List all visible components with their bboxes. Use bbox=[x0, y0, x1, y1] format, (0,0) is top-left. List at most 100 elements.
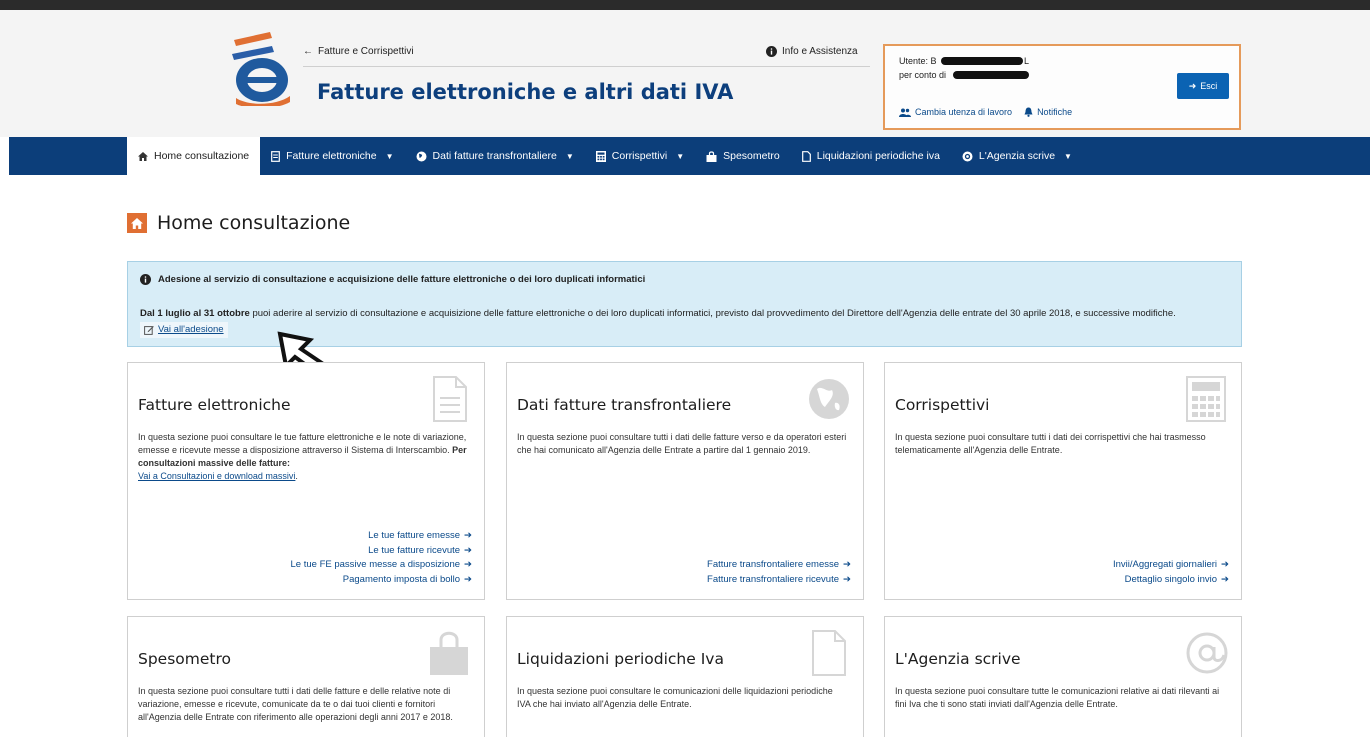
home-badge-icon bbox=[127, 213, 147, 233]
esci-label: Esci bbox=[1200, 81, 1218, 91]
arrow-right-icon: ➔ bbox=[464, 530, 472, 541]
app-title: Fatture elettroniche e altri dati IVA bbox=[317, 80, 734, 104]
agenzia-entrate-logo bbox=[232, 32, 290, 106]
nav-fatture-elettroniche[interactable]: Fatture elettroniche ▼ bbox=[260, 137, 404, 175]
utente-line: Utente: B bbox=[899, 56, 937, 66]
arrow-right-icon: ➔ bbox=[464, 559, 472, 570]
card-title: Spesometro bbox=[138, 650, 231, 668]
utente-label: Utente: B bbox=[899, 56, 937, 66]
link-dettaglio-invio[interactable]: Dettaglio singolo invio ➔ bbox=[1113, 573, 1229, 588]
nav-spesometro[interactable]: Spesometro bbox=[695, 137, 791, 175]
main-navbar: Home consultazione Fatture elettroniche … bbox=[9, 137, 1370, 175]
page-title: Home consultazione bbox=[157, 212, 351, 234]
card-fatture-elettroniche: Fatture elettroniche In questa sezione p… bbox=[127, 362, 485, 600]
alert-heading-text: Adesione al servizio di consultazione e … bbox=[158, 274, 646, 285]
alert-dates: Dal 1 luglio al 31 ottobre bbox=[140, 308, 250, 319]
caret-down-icon: ▼ bbox=[385, 151, 394, 161]
nav-liquidazioni-label: Liquidazioni periodiche iva bbox=[816, 150, 940, 162]
caret-down-icon: ▼ bbox=[565, 151, 574, 161]
vai-adesione-label: Vai all'adesione bbox=[158, 324, 224, 335]
arrow-right-icon: ➔ bbox=[1221, 559, 1229, 570]
card-title: Fatture elettroniche bbox=[138, 396, 291, 414]
notifiche-link[interactable]: Notifiche bbox=[1024, 107, 1072, 117]
document-icon bbox=[271, 150, 281, 162]
card-transfrontaliere: Dati fatture transfrontaliere In questa … bbox=[506, 362, 864, 600]
info-icon bbox=[140, 274, 151, 285]
info-assistenza-link[interactable]: Info e Assistenza bbox=[766, 46, 858, 57]
card-agenzia-scrive: L'Agenzia scrive In questa sezione puoi … bbox=[884, 616, 1242, 737]
card-text: In questa sezione puoi consultare le tue… bbox=[138, 432, 467, 481]
link-fe-passive[interactable]: Le tue FE passive messe a disposizione ➔ bbox=[291, 558, 472, 573]
user-links: Cambia utenza di lavoro Notifiche bbox=[899, 107, 1072, 117]
at-icon bbox=[1186, 632, 1228, 674]
back-link-label: Fatture e Corrispettivi bbox=[318, 46, 414, 57]
nav-corrispettivi-label: Corrispettivi bbox=[611, 150, 668, 162]
card-links: Le tue fatture emesse ➔ Le tue fatture ri… bbox=[291, 529, 472, 587]
header-divider bbox=[303, 66, 870, 67]
nav-spesometro-label: Spesometro bbox=[723, 150, 780, 162]
esci-button[interactable]: ➜ Esci bbox=[1177, 73, 1229, 99]
per-conto-line: per conto di bbox=[899, 70, 946, 80]
calculator-icon bbox=[595, 150, 606, 162]
page-heading: Home consultazione bbox=[127, 212, 350, 234]
card-spesometro: Spesometro In questa sezione puoi consul… bbox=[127, 616, 485, 737]
sign-out-icon: ➜ bbox=[1188, 80, 1197, 91]
caret-down-icon: ▼ bbox=[676, 151, 685, 161]
cambia-utenza-link[interactable]: Cambia utenza di lavoro bbox=[899, 107, 1012, 117]
cambia-utenza-label: Cambia utenza di lavoro bbox=[915, 107, 1013, 117]
top-strip bbox=[0, 0, 1370, 10]
edit-icon bbox=[144, 326, 154, 335]
caret-down-icon: ▼ bbox=[1064, 151, 1072, 161]
nav-liquidazioni[interactable]: Liquidazioni periodiche iva bbox=[791, 137, 951, 175]
redacted-account bbox=[953, 71, 1029, 79]
globe-icon bbox=[416, 151, 427, 161]
users-icon bbox=[899, 108, 911, 117]
arrow-right-icon: ➔ bbox=[843, 559, 851, 570]
per-conto-label: per conto di bbox=[899, 70, 947, 80]
vai-adesione-link[interactable]: Vai all'adesione bbox=[140, 322, 228, 338]
link-label: Dettaglio singolo invio bbox=[1124, 573, 1218, 585]
back-link[interactable]: ← Fatture e Corrispettivi bbox=[303, 46, 414, 57]
card-description: In questa sezione puoi consultare le com… bbox=[517, 686, 833, 709]
card-title: Dati fatture transfrontaliere bbox=[517, 396, 732, 414]
nav-home-label: Home consultazione bbox=[154, 150, 250, 162]
card-description: In questa sezione puoi consultare le tue… bbox=[138, 432, 467, 455]
redacted-username bbox=[941, 57, 1023, 65]
card-liquidazioni: Liquidazioni periodiche Iva In questa se… bbox=[506, 616, 864, 737]
arrow-left-icon: ← bbox=[303, 46, 313, 57]
nav-agenzia-scrive[interactable]: L'Agenzia scrive ▼ bbox=[951, 137, 1083, 175]
card-links: Fatture transfrontaliere emesse ➔ Fatture… bbox=[707, 558, 851, 587]
arrow-right-icon: ➔ bbox=[464, 573, 472, 585]
link-imposta-bollo[interactable]: Pagamento imposta di bollo ➔ bbox=[291, 573, 472, 588]
info-icon bbox=[766, 46, 777, 57]
link-label: Le tue fatture emesse bbox=[368, 530, 461, 541]
nav-home-consultazione[interactable]: Home consultazione bbox=[127, 137, 261, 175]
arrow-right-icon: ➔ bbox=[843, 573, 851, 585]
file-icon bbox=[801, 150, 811, 162]
link-fatture-emesse[interactable]: Le tue fatture emesse ➔ bbox=[291, 529, 472, 544]
link-label: Fatture transfrontaliere emesse bbox=[707, 559, 840, 570]
card-description: In questa sezione puoi consultare tutti … bbox=[138, 686, 453, 722]
link-invii-aggregati[interactable]: Invii/Aggregati giornalieri ➔ bbox=[1113, 558, 1229, 573]
card-title: Corrispettivi bbox=[895, 396, 990, 414]
bag-icon bbox=[430, 631, 468, 675]
consultazioni-massive-link[interactable]: Vai a Consultazioni e download massivi bbox=[138, 471, 295, 481]
link-label: Le tue FE passive messe a disposizione bbox=[290, 559, 461, 570]
bell-icon bbox=[1024, 107, 1033, 117]
arrow-right-icon: ➔ bbox=[464, 544, 472, 556]
nav-fatture-label: Fatture elettroniche bbox=[286, 150, 377, 162]
card-description: In questa sezione puoi consultare tutte … bbox=[895, 686, 1220, 709]
link-label: Fatture transfrontaliere ricevute bbox=[707, 573, 840, 585]
nav-corrispettivi[interactable]: Corrispettivi ▼ bbox=[585, 137, 695, 175]
arrow-right-icon: ➔ bbox=[1221, 573, 1229, 585]
link-fatture-ricevute[interactable]: Le tue fatture ricevute ➔ bbox=[291, 544, 472, 559]
nav-dati-transfrontaliere[interactable]: Dati fatture transfrontaliere ▼ bbox=[405, 137, 585, 175]
link-transfrontaliere-ricevute[interactable]: Fatture transfrontaliere ricevute ➔ bbox=[707, 573, 851, 588]
link-label: Invii/Aggregati giornalieri bbox=[1113, 559, 1218, 570]
alert-body-text: puoi aderire al servizio di consultazion… bbox=[249, 308, 1176, 319]
calculator-icon bbox=[1186, 376, 1226, 422]
link-transfrontaliere-emesse[interactable]: Fatture transfrontaliere emesse ➔ bbox=[707, 558, 851, 573]
notifiche-label: Notifiche bbox=[1037, 107, 1073, 117]
user-box: Utente: B L per conto di ➜ Esci Cambia u… bbox=[883, 44, 1241, 130]
document-icon bbox=[433, 376, 467, 422]
